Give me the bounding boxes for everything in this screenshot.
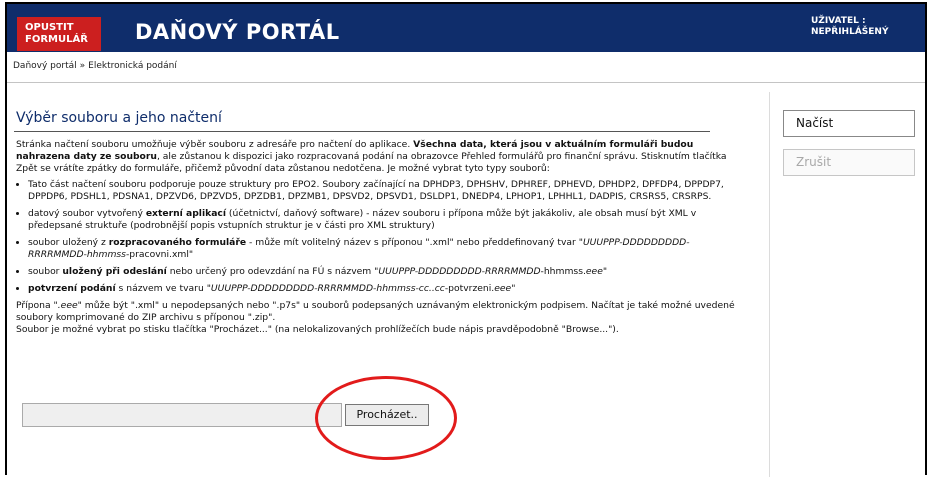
bullet-text: " [602, 266, 608, 277]
extension-note: Přípona ".eee" může být ".xml" u nepodep… [16, 300, 736, 336]
browse-hint: Soubor je možné vybrat po stisku tlačítk… [16, 324, 619, 335]
bullet-italic: eee [585, 266, 603, 277]
bullet-bold: externí aplikací [145, 208, 226, 219]
bullet-bold: rozpracovaného formuláře [108, 237, 247, 248]
bullet-text: Tato část načtení souboru podporuje pouz… [28, 179, 724, 202]
bullet-text: " [511, 283, 516, 294]
bullet-text: -pracovni.xml" [125, 249, 194, 260]
list-item: datový soubor vytvořený externí aplikací… [28, 208, 736, 232]
bullet-text: - může mít volitelný název s příponou ".… [246, 237, 583, 248]
heading-divider [14, 131, 710, 132]
portal-title: DAŇOVÝ PORTÁL [135, 20, 340, 44]
breadcrumb: Daňový portál» Elektronická podání [13, 61, 177, 71]
breadcrumb-bar: Daňový portál» Elektronická podání [7, 52, 925, 83]
list-item: Tato část načtení souboru podporuje pouz… [28, 179, 736, 203]
bullet-italic: UUUPPP-DDDDDDDDD-RRRRMMDD [378, 266, 541, 277]
bullet-bold: potvrzení podání [28, 283, 116, 294]
note-italic: .eee [57, 300, 78, 311]
note-text: Přípona " [16, 300, 58, 311]
annotation-circle [315, 376, 457, 460]
user-status: UŽIVATEL : NEPŘIHLÁŠENÝ [811, 16, 888, 38]
bullet-text: nebo určený pro odevzdání na FÚ s názvem… [166, 266, 379, 277]
bullet-text: datový soubor vytvořený [28, 208, 146, 219]
bullet-bold: uložený při odeslání [62, 266, 167, 277]
bullet-text: s názvem ve tvaru " [115, 283, 211, 294]
exit-label-line1: OPUSTIT [25, 22, 74, 33]
list-item: potvrzení podání s názvem ve tvaru "UUUP… [28, 283, 736, 295]
cancel-button[interactable]: Zrušit [783, 149, 915, 176]
intro-text: Stránka načtení souboru umožňuje výběr s… [16, 139, 414, 150]
load-button[interactable]: Načíst [783, 110, 915, 137]
file-path-input[interactable] [22, 403, 342, 427]
bullet-text: soubor uložený z [28, 237, 109, 248]
list-item: soubor uložený při odeslání nebo určený … [28, 266, 736, 278]
user-label-line1: UŽIVATEL : [811, 16, 866, 26]
breadcrumb-separator: » [79, 61, 86, 71]
sidebar-divider [769, 92, 770, 477]
bullet-italic: eee [494, 283, 512, 294]
bullet-italic: UUUPPP-DDDDDDDDD-RRRRMMDD-hhmmss-cc..cc [210, 283, 445, 294]
bullet-text: -hhmmss. [540, 266, 586, 277]
bullet-text: -potvrzeni. [444, 283, 495, 294]
page-title: Výběr souboru a jeho načtení [16, 110, 222, 126]
breadcrumb-item-portal[interactable]: Daňový portál [13, 61, 77, 71]
note-text: " může být ".xml" u nepodepsaných nebo "… [16, 300, 735, 323]
intro-paragraph: Stránka načtení souboru umožňuje výběr s… [16, 139, 736, 175]
list-item: soubor uložený z rozpracovaného formulář… [28, 237, 736, 261]
user-label-line2: NEPŘIHLÁŠENÝ [811, 27, 889, 37]
bullet-text: soubor [28, 266, 63, 277]
exit-form-button[interactable]: OPUSTIT FORMULÁŘ [17, 17, 101, 51]
header-bar: OPUSTIT FORMULÁŘ DAŇOVÝ PORTÁL UŽIVATEL … [7, 4, 925, 52]
instructions: Stránka načtení souboru umožňuje výběr s… [16, 139, 736, 340]
breadcrumb-item-submissions[interactable]: Elektronická podání [88, 61, 177, 71]
file-type-list: Tato část načtení souboru podporuje pouz… [16, 179, 736, 295]
exit-label-line2: FORMULÁŘ [25, 34, 88, 45]
